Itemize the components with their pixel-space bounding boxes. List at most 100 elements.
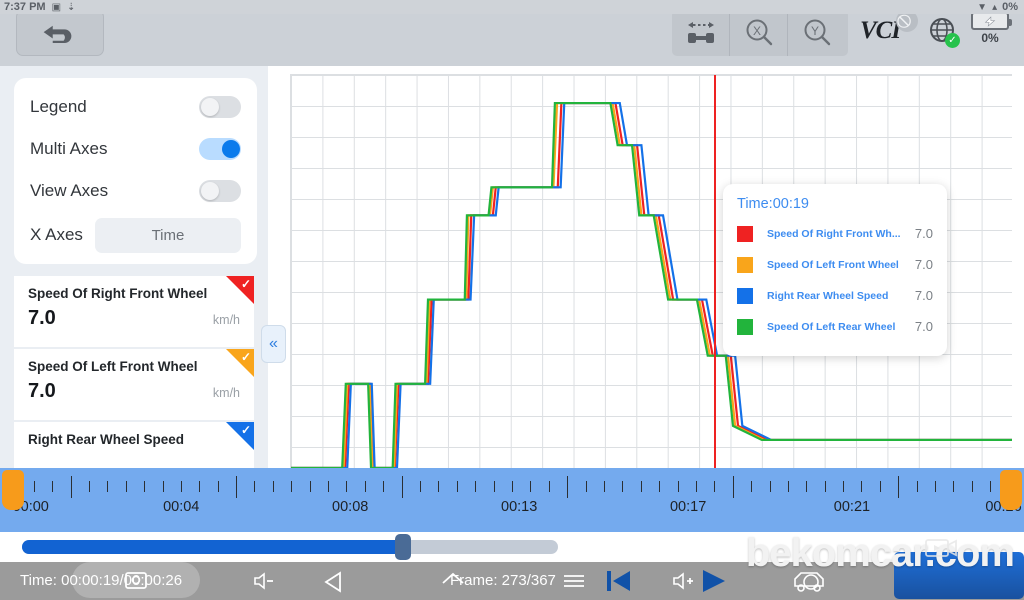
parameter-value: 7.0: [28, 307, 56, 329]
ruler-tick: [861, 481, 863, 492]
series-value: 7.0: [914, 257, 933, 272]
ruler-tick: [236, 476, 238, 498]
range-handle-right[interactable]: [1000, 470, 1022, 510]
ruler-tick: [383, 481, 385, 492]
ruler-tick: [751, 481, 753, 492]
setting-row-view-axes[interactable]: View Axes: [30, 170, 241, 212]
seek-thumb[interactable]: [394, 534, 411, 560]
status-bar-clock: 7:37 PM: [4, 1, 46, 13]
parameter-title: Right Rear Wheel Speed: [28, 432, 185, 447]
battery-icon: [971, 12, 1012, 30]
android-recents-icon: [803, 574, 819, 590]
parameter-unit: km/h: [212, 386, 240, 400]
ruler-tick: [898, 476, 900, 498]
back-button[interactable]: [16, 10, 104, 56]
tooltip-row: Speed Of Left Front Wheel 7.0: [737, 249, 933, 280]
ruler-tick: [769, 481, 771, 492]
chart-tool-group: X Y: [672, 10, 848, 56]
download-icon: ⇣: [67, 2, 76, 13]
network-indicator[interactable]: ✓: [928, 16, 960, 48]
parameter-unit: km/h: [212, 313, 240, 327]
ruler-tick: [493, 481, 495, 492]
legend-toggle[interactable]: [199, 96, 241, 118]
chart-settings-card: Legend Multi Axes View Axes X Axes Time: [14, 78, 257, 264]
ruler-tick: [144, 481, 146, 492]
tooltip-row: Speed Of Left Rear Wheel 7.0: [737, 311, 933, 342]
ruler-tick: [732, 476, 734, 498]
screenshot-toast: [72, 562, 200, 598]
ruler-tick: [916, 481, 918, 492]
seek-track[interactable]: [22, 534, 558, 560]
back-arrow-icon: [43, 25, 72, 43]
series-swatch: [737, 318, 753, 335]
signal-icon: ▴: [992, 2, 998, 13]
view-axes-toggle[interactable]: [199, 180, 241, 202]
chart-area: Time:00:19 Speed Of Right Front Wh... 7.…: [268, 66, 1024, 468]
timeline-ruler[interactable]: 00:0000:0400:0800:1300:1700:2100:26: [0, 468, 1024, 532]
battery-percent: 0%: [981, 31, 999, 45]
status-bar-left: 7:37 PM ▣ ⇣: [4, 1, 76, 14]
collapse-panel-button[interactable]: «: [261, 325, 286, 363]
scale-width-button[interactable]: [672, 10, 730, 56]
parameter-card-right-front[interactable]: ✓ Speed Of Right Front Wheel 7.0 km/h: [14, 276, 254, 347]
ruler-tick: [806, 481, 808, 492]
ruler-label: 00:13: [501, 499, 538, 515]
ruler-tick: [420, 481, 422, 492]
chart-cursor-line[interactable]: [713, 75, 716, 468]
ruler-tick: [254, 481, 256, 492]
left-settings-panel: Legend Multi Axes View Axes X Axes Time …: [0, 66, 268, 468]
record-video-button[interactable]: [894, 552, 1024, 599]
ruler-label: 00:08: [332, 499, 369, 515]
ruler-tick: [971, 481, 973, 492]
tooltip-time: Time:00:19: [737, 196, 809, 212]
battery-indicator: 0%: [966, 12, 1014, 45]
ruler-tick: [714, 481, 716, 492]
zoom-y-button[interactable]: Y: [788, 10, 846, 56]
vci-indicator[interactable]: VCI ⃠: [860, 10, 918, 48]
parameter-card-right-rear[interactable]: ✓ Right Rear Wheel Speed: [14, 422, 254, 468]
setting-row-x-axes: X Axes Time: [30, 212, 241, 258]
parameter-card-list: ✓ Speed Of Right Front Wheel 7.0 km/h ✓ …: [14, 276, 254, 468]
ruler-tick: [695, 481, 697, 492]
zoom-x-button[interactable]: X: [730, 10, 788, 56]
ruler-tick: [677, 481, 679, 492]
ruler-tick: [824, 481, 826, 492]
android-recents-button[interactable]: [800, 571, 822, 598]
parameter-value: 7.0: [28, 380, 56, 402]
ruler-tick: [291, 481, 293, 492]
x-axes-label: X Axes: [30, 225, 83, 244]
parameter-card-left-front[interactable]: ✓ Speed Of Left Front Wheel 7.0 km/h: [14, 349, 254, 420]
ruler-ticks: [0, 476, 1024, 498]
ruler-tick: [530, 481, 532, 492]
series-swatch: [737, 287, 753, 304]
legend-label: Legend: [30, 97, 87, 116]
ruler-tick: [935, 481, 937, 492]
ruler-tick: [659, 481, 661, 492]
setting-row-multi-axes[interactable]: Multi Axes: [30, 128, 241, 170]
range-handle-left[interactable]: [2, 470, 24, 510]
ruler-tick: [585, 481, 587, 492]
series-value: 7.0: [914, 319, 933, 334]
android-back-button[interactable]: [322, 571, 346, 598]
ruler-label: 00:17: [669, 499, 707, 515]
x-axes-select[interactable]: Time: [94, 217, 241, 253]
ruler-tick: [125, 481, 127, 492]
android-home-button[interactable]: [440, 571, 466, 598]
ruler-tick: [640, 481, 642, 492]
ruler-tick: [990, 481, 992, 492]
charging-bolt-icon: [984, 15, 996, 27]
series-swatch: [737, 256, 753, 273]
android-status-bar: 7:37 PM ▣ ⇣ ▼ ▴ 0%: [0, 0, 1024, 14]
view-axes-label: View Axes: [30, 181, 109, 200]
setting-row-legend[interactable]: Legend: [30, 86, 241, 128]
ruler-tick: [456, 481, 458, 492]
network-ok-icon: ✓: [945, 33, 960, 48]
status-bar-right: ▼ ▴ 0%: [977, 2, 1018, 14]
series-name: Speed Of Right Front Wh...: [767, 227, 901, 240]
seek-bar-container: [0, 532, 1024, 562]
ruler-tick: [328, 481, 330, 492]
ruler-tick: [548, 481, 550, 492]
multi-axes-toggle[interactable]: [199, 138, 241, 160]
ruler-tick: [162, 481, 164, 492]
toggle-knob: [222, 140, 240, 158]
